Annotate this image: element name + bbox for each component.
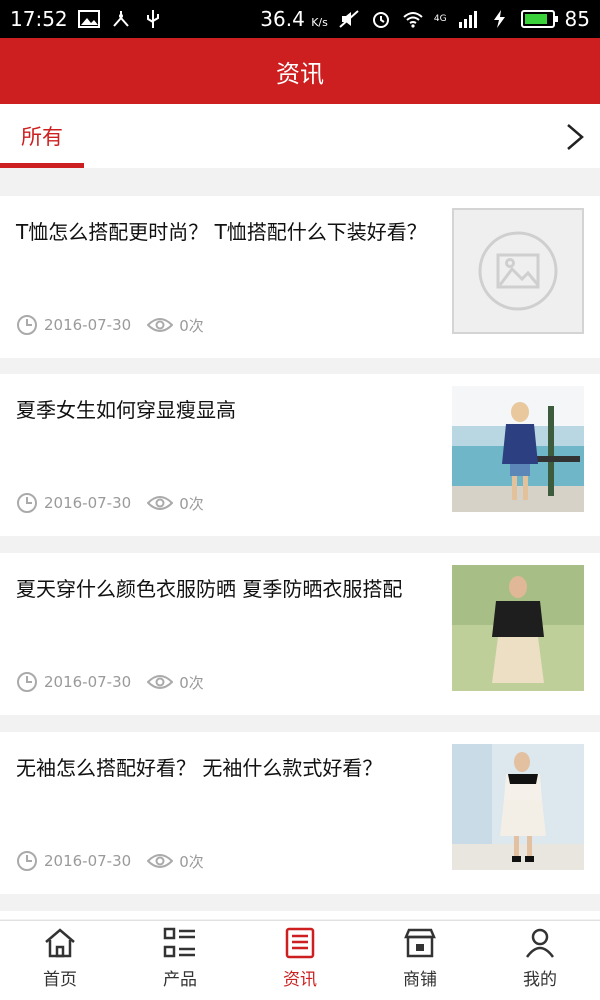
article-card[interactable]: 无袖怎么搭配好看？ 无袖什么款式好看？ 2016-07-30 0次 xyxy=(0,732,600,894)
article-thumbnail[interactable] xyxy=(452,208,584,334)
clock-icon xyxy=(17,493,37,513)
eye-icon xyxy=(147,318,174,332)
article-meta: 2016-07-30 0次 xyxy=(16,671,204,693)
eye-icon xyxy=(147,854,174,868)
article-title[interactable]: 夏季女生如何穿显瘦显高 xyxy=(16,396,428,425)
article-meta: 2016-07-30 0次 xyxy=(16,314,204,336)
article-title[interactable]: T恤怎么搭配更时尚？ T恤搭配什么下装好看？ xyxy=(16,218,428,247)
article-views: 0次 xyxy=(179,673,204,692)
clock-icon xyxy=(17,315,37,335)
network-type: 4G xyxy=(433,14,447,24)
share-icon xyxy=(112,11,129,27)
article-views: 0次 xyxy=(179,852,204,871)
nav-home[interactable]: 首页 xyxy=(0,921,120,1000)
user-icon xyxy=(525,928,555,958)
image-icon xyxy=(77,10,100,28)
clock-icon xyxy=(17,851,37,871)
article-date: 2016-07-30 xyxy=(44,316,132,334)
article-title[interactable]: 无袖怎么搭配好看？ 无袖什么款式好看？ xyxy=(16,754,428,783)
nav-news-label: 资讯 xyxy=(283,970,317,990)
category-tabs: 所有 xyxy=(0,104,600,168)
article-card[interactable]: 夏天穿什么颜色衣服防晒 夏季防晒衣服搭配 2016-07-30 0次 xyxy=(0,553,600,715)
article-date: 2016-07-30 xyxy=(44,852,132,870)
page-title: 资讯 xyxy=(276,59,324,88)
article-views: 0次 xyxy=(179,316,204,335)
nav-products[interactable]: 产品 xyxy=(120,921,240,1000)
article-thumbnail[interactable] xyxy=(452,565,584,691)
wifi-icon xyxy=(403,12,423,28)
clock-icon xyxy=(17,672,37,692)
battery-level: 85 xyxy=(564,7,590,31)
chevron-right-icon[interactable] xyxy=(562,122,588,152)
nav-me[interactable]: 我的 xyxy=(480,921,600,1000)
news-icon xyxy=(285,927,315,959)
network-speed: 36.4 K/s xyxy=(260,7,328,31)
article-thumbnail[interactable] xyxy=(452,744,584,870)
tab-active-indicator xyxy=(0,163,84,168)
image-placeholder-icon xyxy=(478,231,558,311)
article-meta: 2016-07-30 0次 xyxy=(16,850,204,872)
article-card[interactable]: 夏季女生如何穿显瘦显高 2016-07-30 0次 xyxy=(0,374,600,536)
grid-list-icon xyxy=(163,927,195,958)
bottom-navigation: 首页 产品 资讯 商铺 我的 xyxy=(0,920,600,1000)
fashion-photo-image xyxy=(452,565,584,691)
article-thumbnail[interactable] xyxy=(452,386,584,512)
signal-icon xyxy=(458,11,477,28)
article-card[interactable]: T恤怎么搭配更时尚？ T恤搭配什么下装好看？ 2016-07-30 0次 xyxy=(0,196,600,358)
article-meta: 2016-07-30 0次 xyxy=(16,492,204,514)
tab-all-label: 所有 xyxy=(21,125,63,149)
nav-products-label: 产品 xyxy=(163,970,197,990)
fashion-photo-image xyxy=(452,386,584,512)
home-icon xyxy=(45,928,75,958)
nav-news[interactable]: 资讯 xyxy=(240,921,360,1000)
article-title[interactable]: 夏天穿什么颜色衣服防晒 夏季防晒衣服搭配 xyxy=(16,575,428,604)
mute-icon xyxy=(339,10,359,28)
status-time: 17:52 xyxy=(10,7,68,31)
article-card-partial xyxy=(0,911,600,919)
page-header: 资讯 xyxy=(0,38,600,104)
tab-all[interactable]: 所有 xyxy=(0,104,84,168)
article-views: 0次 xyxy=(179,494,204,513)
nav-me-label: 我的 xyxy=(523,970,557,990)
battery-icon xyxy=(520,10,558,28)
nav-home-label: 首页 xyxy=(43,970,77,990)
usb-icon xyxy=(146,10,159,28)
status-bar: 17:52 36.4 K/s 4G 85 xyxy=(0,0,600,38)
article-date: 2016-07-30 xyxy=(44,673,132,691)
shop-icon xyxy=(404,928,436,958)
eye-icon xyxy=(147,496,174,510)
alarm-icon xyxy=(372,12,389,28)
nav-shop-label: 商铺 xyxy=(403,970,437,990)
nav-shop[interactable]: 商铺 xyxy=(360,921,480,1000)
article-date: 2016-07-30 xyxy=(44,494,132,512)
charging-icon xyxy=(493,10,505,28)
fashion-photo-image xyxy=(452,744,584,870)
eye-icon xyxy=(147,675,174,689)
